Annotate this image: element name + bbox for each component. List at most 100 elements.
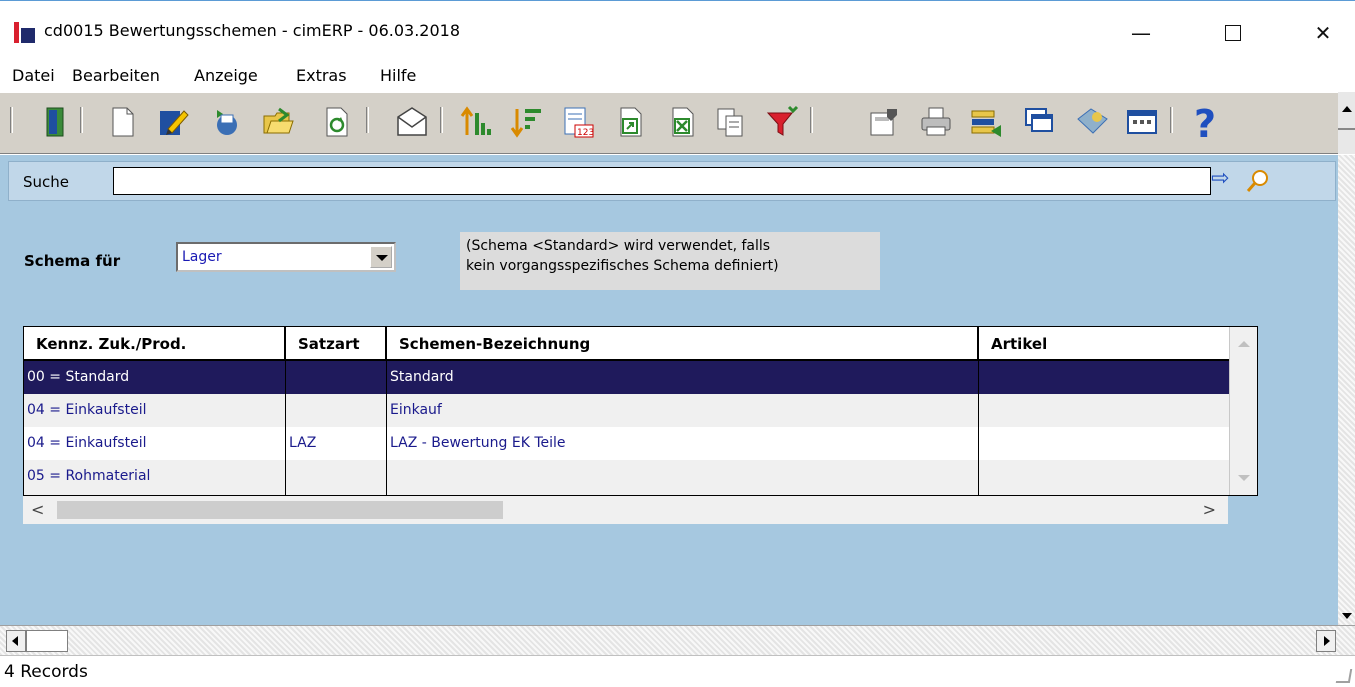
table-vertical-scrollbar[interactable]	[1229, 327, 1257, 495]
cell-kennz: 04 = Einkaufsteil	[24, 394, 286, 427]
open-button[interactable]	[260, 103, 296, 141]
sort-descending-icon	[510, 109, 541, 138]
edit-form-button[interactable]	[866, 103, 902, 141]
app-logo-icon	[14, 22, 35, 43]
export-icon	[620, 107, 642, 137]
refresh-button[interactable]	[318, 103, 354, 141]
menu-bar: Datei Bearbeiten Anzeige Extras Hilfe	[0, 62, 1355, 92]
scroll-down-icon[interactable]	[1238, 475, 1250, 481]
toolbar-separator	[1170, 107, 1173, 133]
toolbar: 123 ?	[0, 92, 1338, 154]
copy-record-button[interactable]	[206, 103, 242, 141]
chevron-down-icon[interactable]	[370, 246, 392, 268]
column-header-bezeichnung[interactable]: Schemen-Bezeichnung	[387, 327, 979, 359]
tag-button[interactable]	[1074, 103, 1110, 141]
sort-descending-button[interactable]	[508, 103, 544, 141]
excel-export-button[interactable]	[664, 103, 700, 141]
close-button[interactable]: ✕	[1300, 13, 1346, 53]
toolbar-separator	[10, 107, 13, 133]
transfer-button[interactable]	[968, 103, 1004, 141]
status-bar: 4 Records	[0, 655, 1355, 687]
windows-button[interactable]	[1022, 103, 1058, 141]
cell-bezeichnung: Einkauf	[387, 394, 979, 427]
column-header-artikel[interactable]: Artikel	[979, 327, 1229, 359]
new-document-icon	[112, 107, 134, 137]
table-row[interactable]: 04 = Einkaufsteil LAZ LAZ - Bewertung EK…	[24, 427, 1229, 460]
table-row[interactable]: 04 = Einkaufsteil Einkauf	[24, 394, 1229, 427]
cell-bezeichnung: Standard	[387, 361, 979, 394]
scroll-left-icon[interactable]	[6, 630, 26, 652]
schema-note: (Schema <Standard> wird verwendet, falls…	[460, 232, 880, 290]
exit-button[interactable]	[38, 103, 74, 141]
toolbar-separator	[366, 107, 369, 133]
menu-hilfe[interactable]: Hilfe	[380, 66, 416, 85]
search-label: Suche	[23, 173, 70, 191]
edit-form-icon	[870, 109, 897, 136]
table-horizontal-scrollbar[interactable]: < >	[23, 496, 1228, 524]
toolbar-separator	[440, 107, 443, 133]
menu-extras[interactable]: Extras	[296, 66, 347, 85]
scrollbar-thumb[interactable]	[57, 501, 503, 519]
exit-door-icon	[46, 107, 64, 137]
mail-button[interactable]	[394, 103, 430, 141]
edit-button[interactable]	[155, 103, 191, 141]
copy-pages-button[interactable]	[712, 103, 748, 141]
new-button[interactable]	[104, 103, 140, 141]
windows-icon	[1025, 108, 1053, 132]
scroll-right-icon[interactable]: >	[1203, 500, 1216, 519]
filter-funnel-icon	[766, 105, 799, 136]
cell-kennz: 04 = Einkaufsteil	[24, 427, 286, 460]
scroll-up-icon	[1342, 106, 1352, 112]
menu-bearbeiten[interactable]: Bearbeiten	[72, 66, 160, 85]
search-magnifier-icon[interactable]	[1245, 168, 1271, 194]
arrow-right-icon: ⇨	[1211, 166, 1230, 191]
table-row[interactable]: 05 = Rohmaterial	[24, 460, 1229, 495]
column-header-kennz[interactable]: Kennz. Zuk./Prod.	[24, 327, 286, 359]
window-vertical-scrollbar[interactable]	[1338, 155, 1355, 625]
window-horizontal-scrollbar[interactable]	[0, 625, 1355, 655]
table-view-icon	[1127, 110, 1157, 134]
minimize-icon: —	[1131, 21, 1151, 45]
table-header: Kennz. Zuk./Prod. Satzart Schemen-Bezeic…	[24, 327, 1229, 361]
scroll-right-icon[interactable]	[1316, 630, 1336, 652]
help-button[interactable]: ?	[1188, 103, 1224, 141]
maximize-icon	[1225, 25, 1241, 41]
menu-datei[interactable]: Datei	[12, 66, 55, 85]
sort-ascending-icon	[460, 106, 491, 135]
schema-selected-value: Lager	[182, 249, 222, 265]
refresh-icon	[326, 107, 348, 137]
menu-anzeige[interactable]: Anzeige	[194, 66, 258, 85]
column-header-satzart[interactable]: Satzart	[286, 327, 387, 359]
search-input[interactable]	[113, 167, 1211, 195]
resize-grip-icon[interactable]	[1335, 669, 1353, 683]
maximize-button[interactable]	[1210, 13, 1256, 53]
table-row[interactable]: 00 = Standard Standard	[24, 361, 1229, 394]
record-count: 4 Records	[4, 662, 88, 682]
scrollbar-thumb[interactable]	[26, 630, 68, 652]
search-go-button[interactable]: ⇨	[1211, 167, 1239, 191]
scroll-down-icon[interactable]	[1342, 613, 1352, 619]
scroll-up-icon[interactable]	[1238, 341, 1250, 347]
minimize-button[interactable]: —	[1118, 13, 1164, 53]
scroll-left-icon[interactable]: <	[31, 500, 44, 519]
title-bar: cd0015 Bewertungsschemen - cimERP - 06.0…	[0, 0, 1355, 62]
toolbar-separator	[80, 107, 83, 133]
cell-satzart	[286, 394, 387, 427]
toolbar-scrollbar[interactable]	[1338, 92, 1355, 154]
sort-ascending-button[interactable]	[458, 103, 494, 141]
filter-button[interactable]	[764, 103, 800, 141]
number-list-icon: 123	[564, 107, 594, 138]
excel-export-icon	[672, 107, 694, 137]
schema-label: Schema für	[24, 252, 121, 270]
table-view-button[interactable]	[1124, 103, 1160, 141]
number-list-button[interactable]: 123	[560, 103, 596, 141]
schema-note-line: kein vorgangsspezifisches Schema definie…	[466, 258, 779, 274]
cell-artikel	[979, 394, 1229, 427]
transfer-icon	[971, 110, 1001, 137]
schema-select[interactable]: Lager	[176, 242, 396, 272]
cell-kennz: 00 = Standard	[24, 361, 286, 394]
print-button[interactable]	[918, 103, 954, 141]
tag-icon	[1077, 108, 1108, 134]
export-button[interactable]	[612, 103, 648, 141]
client-area: Suche ⇨ Schema für Lager (Schema <Standa…	[0, 155, 1338, 625]
